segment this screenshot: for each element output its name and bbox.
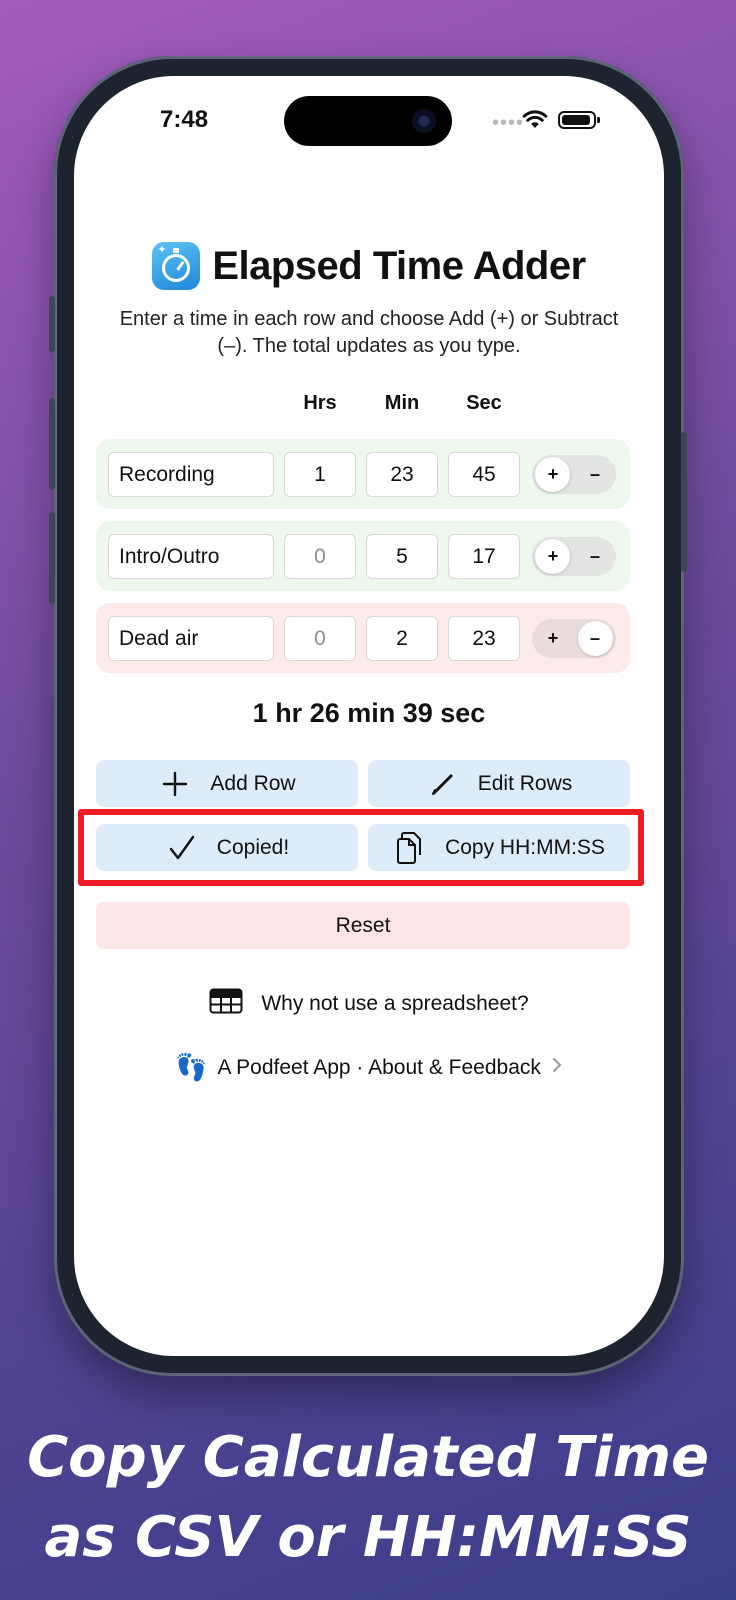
chevron-right-icon <box>551 1056 563 1080</box>
cellular-signal-icon: •••• <box>492 112 525 134</box>
volume-up-button <box>49 398 55 490</box>
reset-label: Reset <box>335 913 391 937</box>
minutes-input[interactable]: 2 <box>366 616 438 661</box>
seconds-input[interactable]: 23 <box>448 616 520 661</box>
copy-csv-button[interactable]: Copied! <box>96 824 358 871</box>
minutes-input[interactable]: 23 <box>366 452 438 497</box>
copy-hhmmss-label: Copy HH:MM:SS <box>445 835 605 859</box>
row-label-input[interactable]: Dead air <box>108 616 274 661</box>
instructions: Enter a time in each row and choose Add … <box>119 308 619 357</box>
hours-input[interactable]: 0 <box>284 616 356 661</box>
edit-rows-label: Edit Rows <box>477 771 573 795</box>
row-label-input[interactable]: Intro/Outro <box>108 534 274 579</box>
battery-icon <box>558 111 600 129</box>
action-button <box>49 296 55 352</box>
row-label-input[interactable]: Recording <box>108 452 274 497</box>
edit-rows-button[interactable]: Edit Rows <box>368 760 630 807</box>
about-feedback-link[interactable]: 👣 A Podfeet App · About & Feedback <box>74 1052 664 1083</box>
dynamic-island <box>284 96 452 146</box>
reset-button[interactable]: Reset <box>96 902 630 949</box>
page-title: Elapsed Time Adder <box>212 243 586 288</box>
add-option[interactable]: + <box>532 619 574 658</box>
wifi-icon <box>522 110 548 128</box>
phone-screen: 7:48 •••• ✦ Elapsed Time Adder Enter a t… <box>74 76 664 1356</box>
about-link-label: A Podfeet App · About & Feedback <box>217 1055 541 1079</box>
caption-line-2: as CSV or HH:MM:SS <box>44 1505 692 1570</box>
status-time: 7:48 <box>160 106 209 133</box>
subtract-option[interactable]: – <box>574 537 616 576</box>
minutes-input[interactable]: 5 <box>366 534 438 579</box>
column-header-hrs: Hrs <box>303 392 337 414</box>
hours-input[interactable]: 0 <box>284 534 356 579</box>
table-icon <box>209 988 243 1020</box>
add-subtract-toggle[interactable]: + – <box>532 537 616 576</box>
add-option[interactable]: + <box>532 455 574 494</box>
seconds-input[interactable]: 45 <box>448 452 520 497</box>
checkmark-icon <box>165 831 199 865</box>
hours-input[interactable]: 1 <box>284 452 356 497</box>
spreadsheet-link-label: Why not use a spreadsheet? <box>261 992 529 1015</box>
time-row: Recording 1 23 45 + – <box>96 439 630 509</box>
spreadsheet-link[interactable]: Why not use a spreadsheet? <box>74 988 664 1020</box>
title-row: ✦ Elapsed Time Adder <box>74 242 664 290</box>
total-time: 1 hr 26 min 39 sec <box>252 698 486 728</box>
add-row-label: Add Row <box>210 771 296 795</box>
volume-down-button <box>49 512 55 604</box>
time-row: Dead air 0 2 23 + – <box>96 603 630 673</box>
column-header-min: Min <box>384 392 420 414</box>
caption-line-1: Copy Calculated Time <box>27 1425 709 1490</box>
stopwatch-icon: ✦ <box>152 242 201 290</box>
seconds-input[interactable]: 17 <box>448 534 520 579</box>
time-row: Intro/Outro 0 5 17 + – <box>96 521 630 591</box>
add-row-button[interactable]: Add Row <box>96 760 358 807</box>
add-subtract-toggle[interactable]: + – <box>532 455 616 494</box>
promo-caption: Copy Calculated Time as CSV or HH:MM:SS <box>0 1418 736 1578</box>
pencil-icon <box>426 767 460 801</box>
footprints-icon: 👣 <box>175 1052 208 1082</box>
copy-hhmmss-button[interactable]: Copy HH:MM:SS <box>368 824 630 871</box>
power-button <box>681 432 687 572</box>
camera-icon <box>412 109 436 133</box>
copy-documents-icon <box>393 831 427 865</box>
plus-icon <box>158 767 192 801</box>
add-option[interactable]: + <box>532 537 574 576</box>
column-header-sec: Sec <box>466 392 502 414</box>
copied-label: Copied! <box>216 835 290 859</box>
subtract-option[interactable]: – <box>574 619 616 658</box>
subtract-option[interactable]: – <box>574 455 616 494</box>
add-subtract-toggle[interactable]: + – <box>532 619 616 658</box>
